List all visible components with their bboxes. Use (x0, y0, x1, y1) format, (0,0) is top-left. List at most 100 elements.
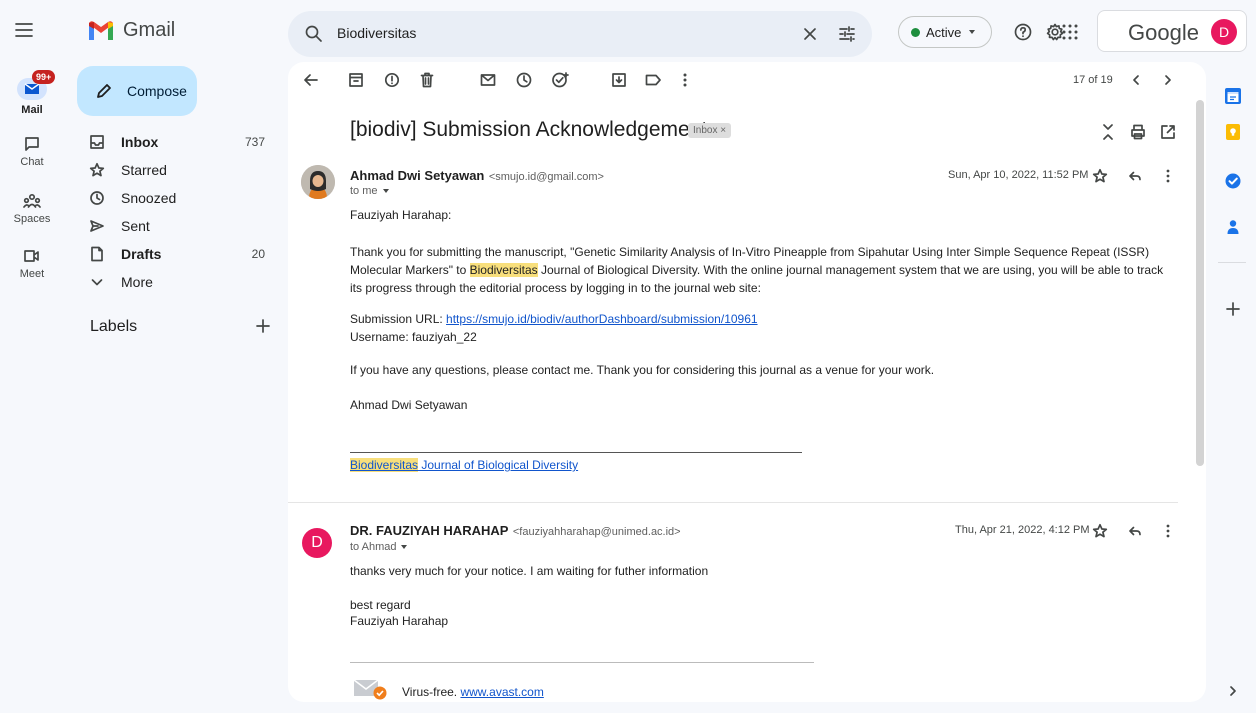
avast-link[interactable]: www.avast.com (460, 685, 543, 699)
open-new-window-icon[interactable] (1159, 123, 1177, 141)
sidebar-item-label: More (121, 274, 153, 290)
reply-icon[interactable] (1127, 523, 1143, 539)
unread-badge: 99+ (32, 70, 56, 84)
clock-icon (90, 191, 104, 205)
sidebar-item-label: Drafts (121, 246, 162, 262)
label-tag-icon[interactable] (644, 71, 662, 89)
draft-file-icon (91, 246, 103, 262)
snooze-clock-icon[interactable] (515, 71, 533, 89)
rail-item-chat[interactable]: Chat (0, 136, 64, 168)
message-paragraph-2: If you have any questions, please contac… (350, 363, 935, 377)
video-camera-icon (24, 250, 39, 262)
star-message-icon[interactable] (1092, 168, 1108, 184)
add-to-tasks-icon[interactable] (551, 71, 571, 89)
chat-icon (25, 137, 39, 151)
sidebar-item-sent[interactable]: Sent (77, 212, 277, 240)
submission-url-line: Submission URL: https://smujo.id/biodiv/… (350, 310, 758, 328)
account-avatar[interactable]: D (1211, 19, 1237, 45)
print-icon[interactable] (1129, 123, 1147, 141)
sidebar-item-label: Sent (121, 218, 150, 234)
mark-unread-icon[interactable] (479, 71, 497, 89)
sender-line: Ahmad Dwi Setyawan <smujo.id@gmail.com> (350, 167, 604, 185)
keep-notes-icon[interactable] (1224, 123, 1242, 141)
google-account-box[interactable]: Google D (1097, 10, 1247, 52)
sender-name[interactable]: Ahmad Dwi Setyawan (350, 168, 484, 183)
journal-link[interactable]: Journal of Biological Diversity (418, 458, 578, 472)
drafts-count: 20 (251, 247, 265, 261)
email-subject: [biodiv] Submission Acknowledgement (350, 118, 708, 141)
help-icon[interactable] (1013, 22, 1033, 42)
rail-item-spaces[interactable]: Spaces (0, 193, 64, 225)
tasks-icon[interactable] (1224, 172, 1242, 190)
spaces-icon (23, 193, 41, 208)
sidebar-item-more[interactable]: More (77, 268, 277, 296)
caret-down-icon (401, 545, 408, 549)
more-options-icon[interactable] (680, 71, 690, 89)
calendar-icon[interactable] (1224, 87, 1242, 105)
email-thread-panel (288, 62, 1206, 702)
send-icon (90, 220, 104, 232)
archive-icon[interactable] (347, 71, 365, 89)
app-name: Gmail (123, 19, 176, 41)
search-input[interactable]: Biodiversitas (337, 25, 416, 41)
message-more-icon[interactable] (1163, 523, 1173, 539)
report-spam-icon[interactable] (383, 71, 401, 89)
message-paragraph-1: Thank you for submitting the manuscript,… (350, 243, 1175, 297)
collapse-all-icon[interactable] (1100, 122, 1116, 142)
url-label: Submission URL: (350, 312, 447, 326)
pencil-icon (97, 84, 111, 98)
add-addon-icon[interactable] (1224, 300, 1242, 318)
sender-avatar (301, 165, 335, 199)
reply-icon[interactable] (1127, 168, 1143, 184)
thread-scrollbar[interactable] (1196, 100, 1204, 466)
search-icon[interactable] (304, 24, 324, 44)
apps-grid-icon[interactable] (1060, 22, 1080, 42)
google-brand: Google (1128, 20, 1199, 45)
status-dropdown[interactable]: Active (898, 16, 992, 48)
journal-footer: Biodiversitas Journal of Biological Dive… (350, 456, 578, 474)
sidebar-item-inbox[interactable]: Inbox 737 (77, 128, 277, 156)
sidebar-item-snoozed[interactable]: Snoozed (77, 184, 277, 212)
contacts-icon[interactable] (1224, 218, 1242, 236)
star-message-icon[interactable] (1092, 523, 1108, 539)
clear-search-icon[interactable] (802, 26, 818, 42)
rail-label-mail[interactable]: Mail (0, 104, 64, 116)
back-arrow-icon[interactable] (302, 71, 320, 89)
inbox-label-chip[interactable]: Inbox × (688, 123, 732, 138)
reply-body-line: thanks very much for your notice. I am w… (350, 564, 709, 578)
page-count: 17 of 19 (1073, 74, 1113, 86)
reply-signature: Fauziyah Harahap (350, 614, 449, 628)
hamburger-icon (15, 23, 33, 37)
search-bar[interactable]: Biodiversitas (288, 11, 872, 57)
search-options-icon[interactable] (837, 24, 857, 44)
rail-label-chat: Chat (20, 156, 44, 168)
sidebar-item-label: Snoozed (121, 190, 177, 206)
message-signoff: Ahmad Dwi Setyawan (350, 398, 468, 412)
submission-link[interactable]: https://smujo.id/biodiv/authorDashboard/… (446, 312, 758, 326)
sidebar-item-starred[interactable]: Starred (77, 156, 277, 184)
newer-chevron-left-icon[interactable] (1129, 71, 1143, 89)
rail-item-meet[interactable]: Meet (0, 248, 64, 280)
move-to-icon[interactable] (610, 71, 628, 89)
labels-heading: Labels (90, 318, 138, 335)
recipient-text: to Ahmad (350, 541, 397, 553)
compose-button[interactable]: Compose (77, 66, 197, 116)
delete-trash-icon[interactable] (418, 71, 436, 89)
sidebar-item-label: Inbox (121, 134, 159, 150)
sidebar-item-drafts[interactable]: Drafts 20 (77, 240, 277, 268)
gmail-m-icon (89, 20, 113, 40)
status-label: Active (926, 24, 962, 40)
older-chevron-right-icon[interactable] (1161, 71, 1175, 89)
sender-name[interactable]: DR. FAUZIYAH HARAHAP (350, 523, 508, 538)
gmail-logo[interactable]: Gmail (87, 19, 175, 42)
journal-link-highlight[interactable]: Biodiversitas (350, 458, 419, 472)
show-side-panel-chevron-icon[interactable] (1224, 682, 1242, 700)
add-label-icon[interactable] (255, 318, 271, 334)
username-line: Username: fauziyah_22 (350, 330, 477, 344)
message-more-icon[interactable] (1163, 168, 1173, 184)
chevron-down-icon (91, 279, 103, 286)
main-menu-button[interactable] (14, 21, 36, 39)
recipient-toggle[interactable]: to me (350, 185, 390, 197)
recipient-toggle[interactable]: to Ahmad (350, 541, 408, 553)
rail-label-spaces: Spaces (13, 213, 51, 225)
